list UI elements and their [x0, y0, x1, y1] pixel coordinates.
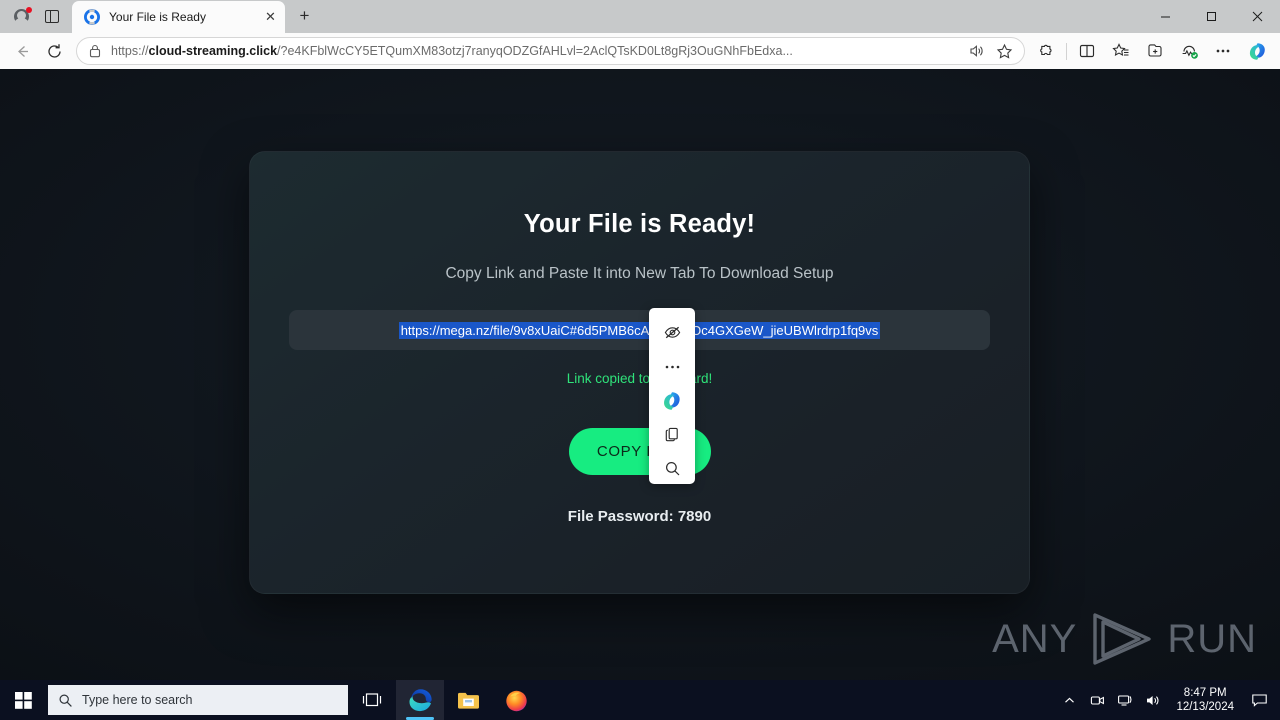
copilot-icon[interactable]: [655, 388, 689, 413]
edge-mini-menu: [649, 308, 695, 484]
file-explorer-taskbar-icon[interactable]: [444, 680, 492, 720]
favorites-icon[interactable]: [1104, 36, 1138, 66]
clock-time: 8:47 PM: [1183, 687, 1227, 699]
taskbar-search-input[interactable]: Type here to search: [48, 685, 348, 715]
firefox-taskbar-icon[interactable]: [492, 680, 540, 720]
read-aloud-icon[interactable]: [962, 38, 990, 64]
edge-taskbar-icon[interactable]: [396, 680, 444, 720]
url-domain: cloud-streaming.click: [148, 44, 278, 58]
play-triangle-icon: [1093, 613, 1152, 665]
maximize-button[interactable]: [1188, 0, 1234, 32]
network-icon[interactable]: [1112, 680, 1138, 720]
hide-icon[interactable]: [655, 320, 689, 345]
address-bar-url: https://cloud-streaming.click/?e4KFblWcC…: [111, 44, 962, 58]
page-viewport: Your File is Ready! Copy Link and Paste …: [0, 69, 1280, 680]
star-icon[interactable]: [990, 38, 1018, 64]
browser-tab[interactable]: Your File is Ready ✕: [72, 0, 285, 33]
browser-titlebar: Your File is Ready ✕ +: [0, 0, 1280, 33]
tabstrip: Your File is Ready ✕ +: [0, 0, 320, 33]
address-bar[interactable]: https://cloud-streaming.click/?e4KFblWcC…: [76, 37, 1025, 65]
settings-more-icon[interactable]: [1206, 36, 1240, 66]
taskbar-search-placeholder: Type here to search: [82, 693, 193, 707]
download-link-field[interactable]: https://mega.nz/file/9v8xUaiC#6d5PMB6cAL…: [289, 310, 990, 350]
tab-actions-button[interactable]: [38, 4, 66, 30]
collections-icon[interactable]: [1138, 36, 1172, 66]
screen: Your File is Ready ✕ + https://cloud-str…: [0, 0, 1280, 720]
url-prefix: https://: [111, 44, 149, 58]
page-subtitle: Copy Link and Paste It into New Tab To D…: [445, 265, 834, 282]
minimize-button[interactable]: [1142, 0, 1188, 32]
windows-start-icon[interactable]: [0, 680, 46, 720]
taskbar-clock[interactable]: 8:47 PM 12/13/2024: [1168, 680, 1242, 720]
toolbar-divider: [1066, 42, 1067, 60]
file-password-label: File Password: 7890: [567, 508, 712, 525]
sync-circle-icon: [84, 8, 100, 25]
anyrun-watermark: ANY RUN: [992, 610, 1257, 668]
alert-badge: [26, 6, 32, 13]
url-path: /?e4KFblWcCY5ETQumXM83otzj7ranyqODZGfAHL…: [277, 44, 793, 58]
screen-recorder-icon[interactable]: [1084, 680, 1110, 720]
show-hidden-icons-icon[interactable]: [1056, 680, 1082, 720]
tab-close-button[interactable]: ✕: [262, 8, 279, 25]
back-button[interactable]: [6, 36, 38, 66]
tab-actions-icon: [45, 10, 59, 23]
new-tab-button[interactable]: +: [289, 2, 320, 31]
task-view-icon[interactable]: [348, 680, 396, 720]
lock-icon: [87, 44, 103, 58]
tab-title: Your File is Ready: [109, 9, 206, 24]
search-icon[interactable]: [655, 456, 689, 481]
volume-icon[interactable]: [1140, 680, 1166, 720]
copied-status-message: Link copied to clipboard!: [566, 371, 713, 386]
watermark-text-right: RUN: [1167, 616, 1257, 661]
browser-action-icons: [1029, 36, 1274, 66]
browser-essentials-icon[interactable]: [1172, 36, 1206, 66]
browser-toolbar: https://cloud-streaming.click/?e4KFblWcC…: [0, 33, 1280, 69]
file-ready-card: Your File is Ready! Copy Link and Paste …: [249, 151, 1030, 594]
extensions-icon[interactable]: [1029, 36, 1063, 66]
clock-date: 12/13/2024: [1176, 701, 1234, 713]
more-options-icon[interactable]: [655, 354, 689, 379]
reload-button[interactable]: [38, 36, 70, 66]
page-title: Your File is Ready!: [523, 210, 756, 238]
search-icon: [59, 693, 72, 707]
watermark-text-left: ANY: [992, 616, 1078, 661]
notification-icon[interactable]: [1244, 680, 1274, 720]
system-tray: 8:47 PM 12/13/2024: [1056, 680, 1280, 720]
windows-taskbar: Type here to search 8:47 PM 12/13/2024: [0, 680, 1280, 720]
window-controls: [1142, 0, 1280, 32]
download-link-text: https://mega.nz/file/9v8xUaiC#6d5PMB6cAL…: [398, 321, 881, 339]
split-screen-icon[interactable]: [1070, 36, 1104, 66]
close-window-button[interactable]: [1234, 0, 1280, 32]
profile-button[interactable]: [6, 4, 36, 30]
copilot-icon[interactable]: [1240, 36, 1274, 66]
copy-icon[interactable]: [655, 422, 689, 447]
